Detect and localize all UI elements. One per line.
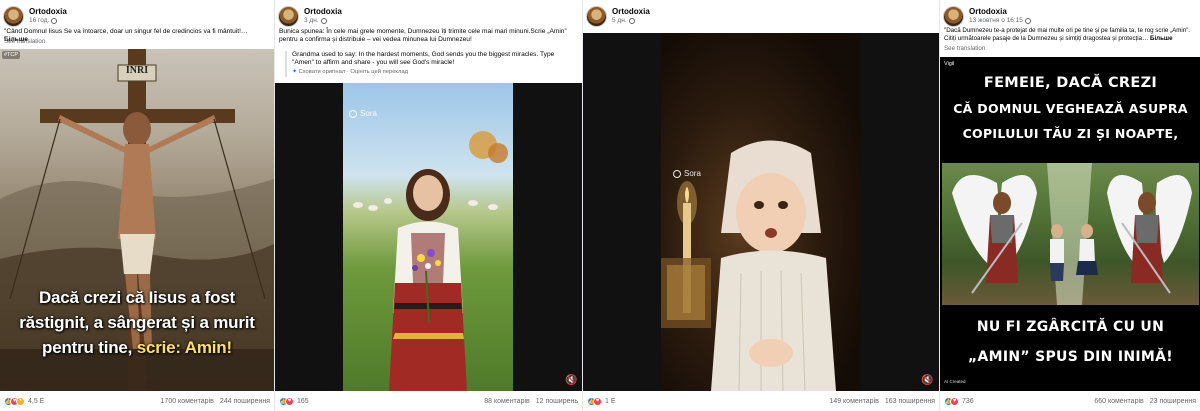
bottom-line-1: NU FI ZGÂRCITĂ CU UN — [976, 319, 1165, 335]
care-icon: • — [16, 396, 25, 406]
post-image[interactable]: Vigil FEMEIE, DACĂ CREZI CĂ DOMNUL VEGHE… — [940, 57, 1200, 391]
post-footer: 👍 ♥ 1 Е 149 коментарів 163 поширення — [583, 391, 939, 411]
reactions-count: 1 Е — [605, 397, 616, 405]
post-image[interactable]: #TCP INRI Dacă crezi că Iisus a fost răs… — [0, 49, 274, 391]
overlay-line-3: pentru tine, scrie: Amin! — [0, 335, 274, 360]
translate-icon: ✦ — [292, 69, 297, 76]
post-1: Ortodoxia 16 год. "Când Domnul Iisus Se … — [0, 0, 274, 411]
translation-links: ✦ Сховати оригінал · Оцініть цей перекла… — [292, 69, 409, 76]
hide-original-link[interactable]: Сховати оригінал — [298, 69, 345, 75]
post-video[interactable]: Sora 🔇 — [583, 33, 939, 391]
top-line-2: CĂ DOMNUL VEGHEAZĂ ASUPRA — [953, 101, 1188, 116]
mute-icon[interactable]: 🔇 — [921, 375, 933, 386]
translation-text: Grandma used to say: In the hardest mome… — [292, 51, 555, 67]
post-header: Ortodoxia 5 дн. — [586, 3, 650, 29]
translation-box: Grandma used to say: In the hardest mome… — [285, 51, 576, 77]
sora-watermark: Sora — [673, 169, 701, 178]
heart-icon: ♥ — [285, 396, 294, 406]
page-avatar[interactable] — [586, 5, 607, 27]
post-2: Ortodoxia 3 дн. Bunica spunea: În cele m… — [274, 0, 582, 411]
bottom-overlay-text: NU FI ZGÂRCITĂ CU UN „AMIN” SPUS DIN INI… — [940, 312, 1200, 372]
post-time[interactable]: 13 жовтня о 16:15 — [969, 17, 1031, 25]
inri-sign: INRI — [125, 65, 149, 76]
sora-watermark: Sora — [349, 109, 377, 118]
post-time-text[interactable]: 5 дн. — [612, 17, 627, 25]
image-overlay-text: Dacă crezi că Iisus a fost răstignit, a … — [0, 285, 274, 360]
angels-illustration — [952, 163, 1192, 305]
shares-count-link[interactable]: 163 поширення — [885, 398, 935, 405]
top-line-3: COPILULUI TĂU ZI ȘI NOAPTE, — [962, 126, 1179, 141]
reactions-summary[interactable]: 👍 ♥ • 4,5 Е — [4, 396, 45, 406]
page-name-link[interactable]: Ortodoxia — [969, 7, 1031, 16]
overlay-line-2: răstignit, a sângerat și a murit — [19, 313, 255, 332]
post-header: Ortodoxia 13 жовтня о 16:15 — [943, 3, 1031, 29]
shares-count-link[interactable]: 23 поширення — [1150, 398, 1196, 405]
overlay-line-1: Dacă crezi că Iisus a fost — [38, 288, 236, 307]
angels-image — [942, 163, 1199, 305]
caption-text: "Când Domnul Iisus Se va întoarce, doar … — [4, 28, 248, 35]
globe-icon — [1024, 18, 1031, 24]
post-caption: "Dacă Dumnezeu te-a protejat de mai mult… — [944, 27, 1196, 42]
sora-logo-icon — [349, 109, 357, 118]
sora-logo-icon — [673, 169, 681, 178]
post-footer: 👍 ♥ • 4,5 Е 1700 коментарів 244 поширенн… — [0, 391, 274, 411]
page-name-link[interactable]: Ortodoxia — [29, 7, 67, 16]
reactions-summary[interactable]: 👍 ♥ 165 — [279, 396, 309, 406]
image-tag: Vigil — [942, 60, 957, 68]
post-time[interactable]: 16 год. — [29, 17, 67, 25]
reactions-summary[interactable]: 👍 ♥ 1 Е — [587, 396, 616, 406]
comments-count-link[interactable]: 1700 коментарів — [161, 398, 214, 405]
page-avatar[interactable] — [278, 5, 299, 27]
page-name-link[interactable]: Ortodoxia — [612, 7, 650, 16]
see-translation-link[interactable]: See translation — [4, 38, 45, 45]
post-time-text[interactable]: 13 жовтня о 16:15 — [969, 17, 1023, 25]
overlay-line-3-text: pentru tine, — [42, 338, 137, 357]
post-time-text[interactable]: 16 год. — [29, 17, 49, 25]
top-line-1: FEMEIE, DACĂ CREZI — [983, 75, 1158, 91]
page-avatar[interactable] — [943, 5, 964, 27]
heart-icon: ♥ — [593, 396, 602, 406]
top-overlay-text: FEMEIE, DACĂ CREZI CĂ DOMNUL VEGHEAZĂ AS… — [940, 71, 1200, 146]
sora-label: Sora — [360, 109, 377, 118]
globe-icon — [320, 18, 327, 24]
post-time-text[interactable]: 3 дн. — [304, 17, 319, 25]
reactions-count: 4,5 Е — [28, 397, 45, 405]
overlay-highlight: scrie: Amin! — [136, 338, 232, 357]
comments-count-link[interactable]: 660 коментарів — [1094, 398, 1143, 405]
post-time[interactable]: 3 дн. — [304, 17, 342, 25]
post-time[interactable]: 5 дн. — [612, 17, 650, 25]
shares-count-link[interactable]: 244 поширення — [220, 398, 270, 405]
reactions-summary[interactable]: 👍 ♥ 736 — [944, 396, 974, 406]
post-caption: Bunica spunea: În cele mai grele momente… — [279, 28, 567, 44]
video-frame: Sora — [343, 83, 513, 391]
image-tag: #TCP — [2, 51, 21, 59]
globe-icon — [628, 18, 635, 24]
mute-icon[interactable]: 🔇 — [565, 375, 577, 386]
heart-icon: ♥ — [950, 396, 959, 406]
post-header: Ortodoxia 3 дн. — [278, 3, 342, 29]
post-footer: 👍 ♥ 736 660 коментарів 23 поширення — [940, 391, 1200, 411]
globe-icon — [51, 18, 58, 24]
post-3: Ortodoxia 5 дн. Sora 🔇 👍 ♥ 1 Е 149 комен… — [582, 0, 939, 411]
see-more-link[interactable]: Більше — [1150, 35, 1173, 42]
see-translation-link[interactable]: See translation — [944, 45, 985, 52]
reactions-count: 736 — [962, 397, 974, 405]
shares-count-link[interactable]: 12 поширень — [536, 398, 578, 405]
comments-count-link[interactable]: 149 коментарів — [829, 398, 878, 405]
post-header: Ortodoxia 16 год. — [3, 3, 67, 29]
page-avatar[interactable] — [3, 5, 24, 27]
girl-illustration — [353, 131, 508, 391]
ai-created-label: AI Created — [944, 379, 966, 384]
child-candle-illustration — [661, 140, 836, 391]
post-4: Ortodoxia 13 жовтня о 16:15 "Dacă Dumnez… — [939, 0, 1200, 411]
bottom-line-2: „AMIN” SPUS DIN INIMĂ! — [968, 349, 1173, 365]
post-video[interactable]: Sora 🔇 — [275, 83, 582, 391]
sora-label: Sora — [684, 169, 701, 178]
video-frame — [661, 33, 861, 391]
post-footer: 👍 ♥ 165 88 коментарів 12 поширень — [275, 391, 582, 411]
comments-count-link[interactable]: 88 коментарів — [484, 398, 530, 405]
rate-translation-link[interactable]: Оцініть цей переклад — [350, 69, 408, 75]
page-name-link[interactable]: Ortodoxia — [304, 7, 342, 16]
reactions-count: 165 — [297, 397, 309, 405]
